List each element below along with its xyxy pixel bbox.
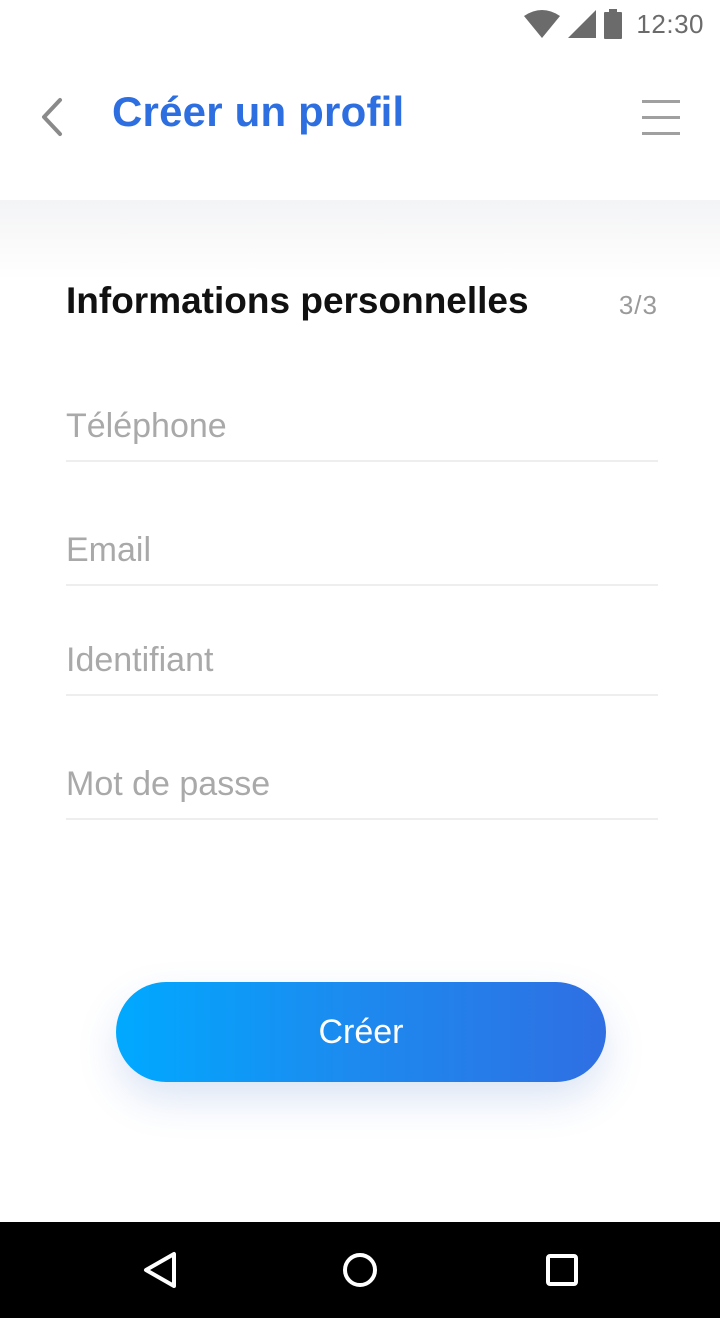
back-triangle-icon [144, 1252, 176, 1288]
create-button[interactable]: Créer [116, 982, 606, 1082]
status-bar: 12:30 [0, 0, 720, 48]
menu-button[interactable] [638, 96, 686, 140]
phone-input[interactable] [66, 407, 658, 446]
wifi-icon [524, 10, 561, 38]
step-indicator: 3/3 [618, 290, 658, 320]
recents-square-icon [546, 1254, 578, 1286]
nav-recents-button[interactable] [540, 1248, 584, 1292]
email-input[interactable] [66, 531, 658, 570]
battery-icon [604, 9, 623, 39]
password-field [66, 750, 658, 820]
page-title: Créer un profil [112, 88, 405, 135]
form-card: Informations personnelles 3/3 Créer [0, 200, 720, 1222]
username-field [66, 626, 658, 696]
email-field [66, 516, 658, 586]
signal-icon [568, 10, 597, 38]
nav-back-button[interactable] [138, 1248, 182, 1292]
section-title: Informations personnelles [66, 280, 529, 321]
nav-home-button[interactable] [338, 1248, 382, 1292]
phone-field [66, 392, 658, 462]
screen: 12:30 Créer un profil Informations perso… [0, 0, 720, 1318]
username-input[interactable] [66, 641, 658, 680]
chevron-left-icon [42, 98, 62, 136]
password-input[interactable] [66, 765, 658, 804]
system-nav-bar [0, 1222, 720, 1318]
status-time: 12:30 [636, 8, 704, 39]
back-button[interactable] [28, 92, 78, 142]
header-shadow [0, 200, 720, 280]
app-bar: Créer un profil [0, 48, 720, 200]
home-circle-icon [343, 1253, 377, 1287]
hamburger-menu-icon [642, 100, 680, 135]
